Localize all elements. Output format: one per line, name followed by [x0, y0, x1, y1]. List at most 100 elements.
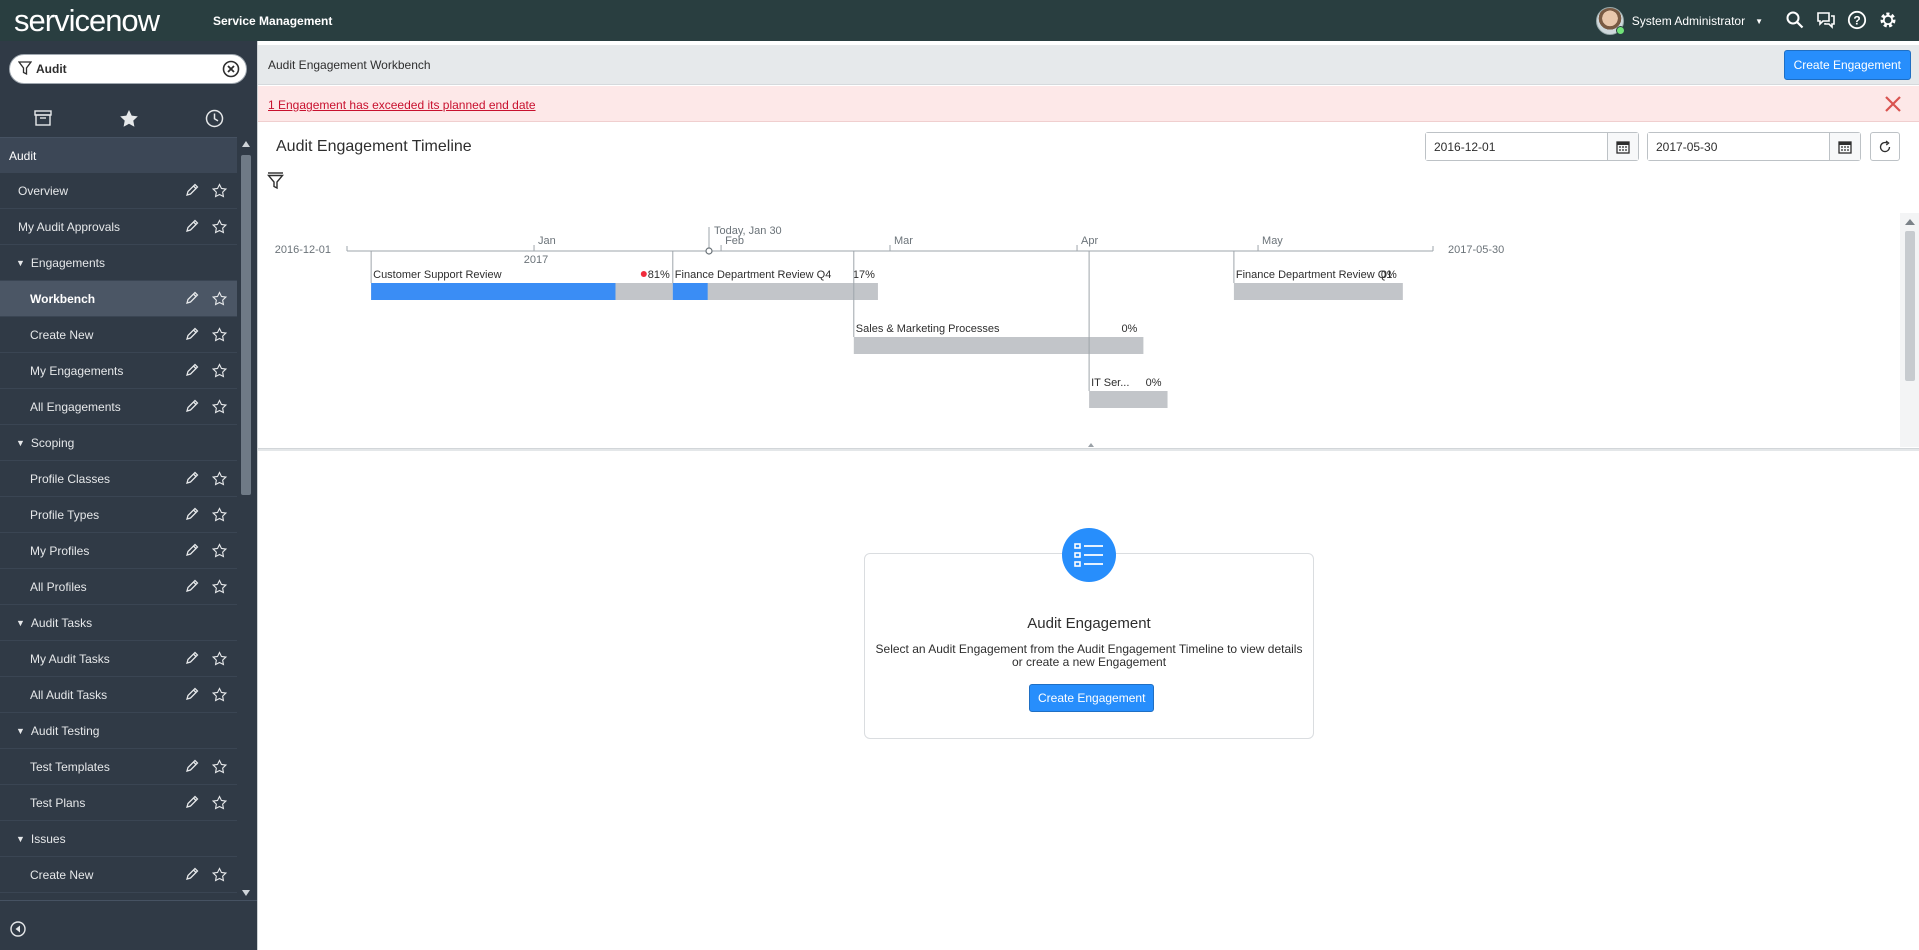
scroll-up-icon[interactable]: [1905, 219, 1915, 225]
search-icon[interactable]: [1784, 9, 1806, 31]
month-label: Jan: [538, 235, 556, 247]
overdue-alert-link[interactable]: 1 Engagement has exceeded its planned en…: [268, 98, 536, 112]
favorite-star-icon[interactable]: [211, 795, 228, 813]
engagement-progress-bar[interactable]: [371, 283, 616, 300]
tab-all-apps[interactable]: [0, 99, 86, 137]
engagement-bar[interactable]: [1233, 283, 1403, 300]
nav-item-all-engagements[interactable]: All Engagements: [0, 389, 237, 425]
calendar-icon[interactable]: [1608, 133, 1638, 160]
nav-section-label: Engagements: [30, 255, 105, 270]
edit-module-icon[interactable]: [185, 759, 199, 777]
nav-section-issues[interactable]: ▼ Issues: [0, 821, 237, 857]
nav-item-all-audit-tasks[interactable]: All Audit Tasks: [0, 677, 237, 713]
nav-item-my-profiles[interactable]: My Profiles: [0, 533, 237, 569]
clear-filter-icon[interactable]: [222, 60, 240, 81]
nav-app-audit[interactable]: Audit: [0, 137, 237, 173]
nav-item-create-new[interactable]: Create New: [0, 317, 237, 353]
edit-module-icon[interactable]: [185, 471, 199, 489]
nav-item-create-new[interactable]: Create New: [0, 857, 237, 893]
splitter-grip-icon[interactable]: [1088, 443, 1094, 447]
end-date-field: [1647, 132, 1861, 161]
timeline-scrollbar[interactable]: [1900, 213, 1919, 447]
chat-icon[interactable]: [1815, 9, 1837, 31]
nav-item-label: Create New: [30, 327, 94, 342]
favorite-star-icon[interactable]: [211, 759, 228, 777]
engagement-name: IT Ser...: [1091, 377, 1129, 389]
tab-history[interactable]: [171, 99, 257, 137]
nav-section-audit-testing[interactable]: ▼ Audit Testing: [0, 713, 237, 749]
edit-module-icon[interactable]: [185, 363, 199, 381]
favorite-star-icon[interactable]: [211, 219, 228, 237]
nav-item-my-audit-tasks[interactable]: My Audit Tasks: [0, 641, 237, 677]
favorite-star-icon[interactable]: [211, 471, 228, 489]
nav-item-test-templates[interactable]: Test Templates: [0, 749, 237, 785]
refresh-button[interactable]: [1870, 132, 1900, 161]
edit-module-icon[interactable]: [185, 183, 199, 201]
nav-item-my-open-issues[interactable]: My Open Issues: [0, 893, 237, 900]
scroll-up-icon[interactable]: [242, 141, 250, 147]
servicenow-logo[interactable]: servicenow: [14, 4, 160, 38]
nav-item-all-profiles[interactable]: All Profiles: [0, 569, 237, 605]
edit-module-icon[interactable]: [185, 687, 199, 705]
edit-module-icon[interactable]: [185, 543, 199, 561]
tab-favorites[interactable]: [86, 99, 172, 137]
nav-item-profile-types[interactable]: Profile Types: [0, 497, 237, 533]
navigator-filter: [9, 54, 247, 84]
start-date-input[interactable]: [1426, 133, 1608, 160]
calendar-icon[interactable]: [1830, 133, 1860, 160]
nav-section-engagements[interactable]: ▼ Engagements: [0, 245, 237, 281]
favorite-star-icon[interactable]: [211, 687, 228, 705]
favorite-star-icon[interactable]: [211, 363, 228, 381]
nav-item-test-plans[interactable]: Test Plans: [0, 785, 237, 821]
history-icon: [205, 109, 223, 127]
end-date-input[interactable]: [1648, 133, 1830, 160]
close-icon[interactable]: [1884, 95, 1902, 116]
favorite-star-icon[interactable]: [211, 543, 228, 561]
edit-module-icon[interactable]: [185, 399, 199, 417]
scrollbar-thumb[interactable]: [1905, 231, 1915, 381]
timeline-filter-icon[interactable]: [266, 172, 285, 193]
nav-item-overview[interactable]: Overview: [0, 173, 237, 209]
nav-section-audit-tasks[interactable]: ▼ Audit Tasks: [0, 605, 237, 641]
nav-item-workbench[interactable]: Workbench: [0, 281, 237, 317]
favorite-star-icon[interactable]: [211, 651, 228, 669]
help-icon[interactable]: ?: [1846, 9, 1868, 31]
user-menu[interactable]: System Administrator ▼: [1595, 7, 1763, 35]
engagement-progress-label: 81%: [648, 269, 670, 281]
main-content: Audit Engagement Workbench Create Engage…: [257, 41, 1919, 950]
navigator-filter-input[interactable]: [36, 60, 226, 78]
nav-item-label: Profile Types: [30, 507, 100, 522]
scroll-down-icon[interactable]: [242, 890, 250, 896]
gear-icon[interactable]: [1877, 9, 1899, 31]
favorite-star-icon[interactable]: [211, 327, 228, 345]
create-engagement-button[interactable]: Create Engagement: [1783, 50, 1911, 80]
favorite-star-icon[interactable]: [211, 867, 228, 885]
edit-module-icon[interactable]: [185, 867, 199, 885]
edit-module-icon[interactable]: [185, 795, 199, 813]
scrollbar-thumb[interactable]: [241, 155, 251, 495]
nav-item-my-audit-approvals[interactable]: My Audit Approvals: [0, 209, 237, 245]
product-name: Service Management: [213, 14, 333, 28]
nav-item-profile-classes[interactable]: Profile Classes: [0, 461, 237, 497]
engagement-progress-bar[interactable]: [672, 283, 708, 300]
avatar[interactable]: [1595, 7, 1625, 35]
pane-splitter[interactable]: [258, 443, 1919, 451]
nav-item-my-engagements[interactable]: My Engagements: [0, 353, 237, 389]
edit-module-icon[interactable]: [185, 219, 199, 237]
edit-module-icon[interactable]: [185, 651, 199, 669]
collapse-navigator-icon[interactable]: [10, 921, 26, 940]
create-engagement-button[interactable]: Create Engagement: [1029, 684, 1155, 712]
engagement-bar[interactable]: [1089, 391, 1168, 408]
navigator-scrollbar[interactable]: [237, 137, 257, 900]
edit-module-icon[interactable]: [185, 579, 199, 597]
favorite-star-icon[interactable]: [211, 183, 228, 201]
edit-module-icon[interactable]: [185, 291, 199, 309]
favorite-star-icon[interactable]: [211, 507, 228, 525]
favorite-star-icon[interactable]: [211, 399, 228, 417]
edit-module-icon[interactable]: [185, 327, 199, 345]
edit-module-icon[interactable]: [185, 507, 199, 525]
favorite-star-icon[interactable]: [211, 579, 228, 597]
nav-section-scoping[interactable]: ▼ Scoping: [0, 425, 237, 461]
favorite-star-icon[interactable]: [211, 291, 228, 309]
engagement-bar[interactable]: [853, 337, 1144, 354]
